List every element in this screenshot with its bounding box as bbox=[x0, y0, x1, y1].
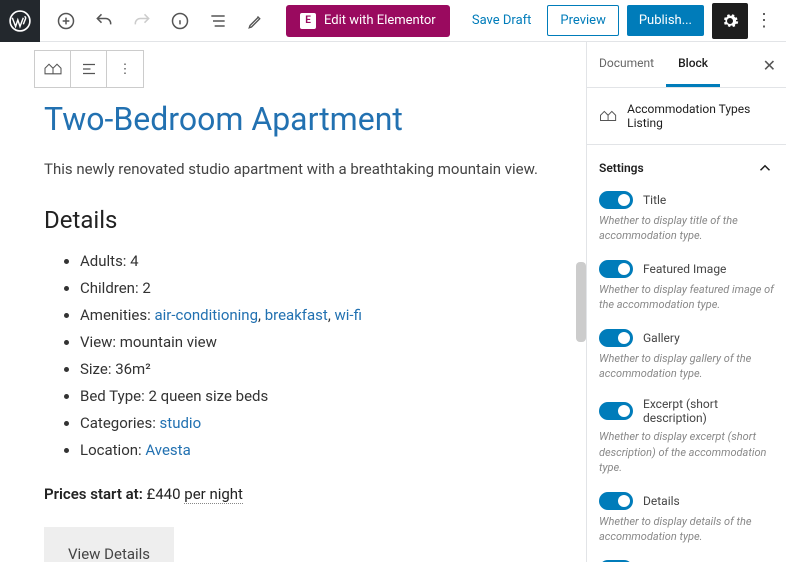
detail-bed: Bed Type: 2 queen size beds bbox=[80, 387, 566, 405]
more-vertical-icon: ⋮ bbox=[119, 62, 132, 77]
toggle-4[interactable] bbox=[599, 492, 633, 510]
setting-label: Details bbox=[643, 494, 680, 508]
close-icon: ✕ bbox=[763, 56, 776, 75]
redo-button[interactable] bbox=[124, 3, 160, 39]
top-toolbar: E Edit with Elementor Save Draft Preview… bbox=[0, 0, 786, 42]
location-link[interactable]: Avesta bbox=[145, 441, 190, 459]
setting-details: Details Whether to display details of the… bbox=[587, 492, 786, 561]
setting-label: Featured Image bbox=[643, 262, 726, 276]
align-button[interactable] bbox=[71, 51, 107, 87]
info-button[interactable] bbox=[162, 3, 198, 39]
publish-button[interactable]: Publish... bbox=[627, 5, 704, 36]
detail-children: Children: 2 bbox=[80, 279, 566, 297]
category-link[interactable]: studio bbox=[160, 414, 202, 432]
setting-description: Whether to display gallery of the accomm… bbox=[599, 351, 774, 382]
editor-canvas: ⋮ Two-Bedroom Apartment This newly renov… bbox=[0, 42, 586, 562]
detail-view: View: mountain view bbox=[80, 333, 566, 351]
house-icon bbox=[43, 61, 63, 77]
toggle-2[interactable] bbox=[599, 329, 633, 347]
preview-button[interactable]: Preview bbox=[547, 5, 618, 36]
redo-icon bbox=[132, 11, 152, 31]
scrollbar-thumb[interactable] bbox=[576, 262, 586, 342]
setting-description: Whether to display excerpt (short descri… bbox=[599, 429, 774, 475]
accommodation-title-link[interactable]: Two-Bedroom Apartment bbox=[44, 100, 403, 138]
setting-label: Excerpt (short description) bbox=[643, 397, 774, 425]
amenity-link[interactable]: breakfast bbox=[265, 306, 328, 324]
setting-title: Title Whether to display title of the acc… bbox=[587, 191, 786, 260]
undo-icon bbox=[94, 11, 114, 31]
toggle-3[interactable] bbox=[599, 402, 633, 420]
wordpress-logo[interactable] bbox=[0, 0, 40, 42]
setting-description: Whether to display featured image of the… bbox=[599, 282, 774, 313]
detail-adults: Adults: 4 bbox=[80, 252, 566, 270]
settings-button[interactable] bbox=[712, 3, 748, 39]
chevron-up-icon bbox=[756, 159, 774, 177]
gear-icon bbox=[721, 12, 739, 30]
setting-description: Whether to display title of the accommod… bbox=[599, 213, 774, 244]
setting-gallery: Gallery Whether to display gallery of the… bbox=[587, 329, 786, 398]
elementor-icon: E bbox=[300, 13, 316, 29]
align-icon bbox=[80, 60, 98, 78]
details-heading: Details bbox=[44, 206, 566, 234]
plus-circle-icon bbox=[56, 11, 76, 31]
detail-categories: Categories: studio bbox=[80, 414, 566, 432]
block-more-button[interactable]: ⋮ bbox=[107, 51, 143, 87]
amenity-link[interactable]: air-conditioning bbox=[154, 306, 258, 324]
price-line: Prices start at: £440 per night bbox=[44, 485, 566, 503]
add-block-button[interactable] bbox=[48, 3, 84, 39]
settings-panel-header[interactable]: Settings bbox=[587, 145, 786, 191]
detail-amenities: Amenities: air-conditioning, breakfast, … bbox=[80, 306, 566, 324]
house-icon bbox=[599, 108, 617, 124]
block-toolbar: ⋮ bbox=[34, 50, 144, 88]
close-sidebar-button[interactable]: ✕ bbox=[763, 56, 776, 75]
view-details-button[interactable]: View Details bbox=[44, 527, 174, 562]
block-type-header: Accommodation Types Listing bbox=[587, 88, 786, 145]
save-draft-button[interactable]: Save Draft bbox=[464, 5, 540, 36]
list-icon bbox=[208, 11, 228, 31]
settings-sidebar: Document Block ✕ Accommodation Types Lis… bbox=[586, 42, 786, 562]
accommodation-title: Two-Bedroom Apartment bbox=[44, 100, 566, 138]
outline-button[interactable] bbox=[200, 3, 236, 39]
detail-location: Location: Avesta bbox=[80, 441, 566, 459]
tab-block[interactable]: Block bbox=[666, 42, 720, 87]
elementor-label: Edit with Elementor bbox=[324, 13, 436, 28]
tab-document[interactable]: Document bbox=[587, 42, 666, 87]
pencil-icon bbox=[247, 12, 265, 30]
toggle-1[interactable] bbox=[599, 260, 633, 278]
setting-featured-image: Featured Image Whether to display feature… bbox=[587, 260, 786, 329]
detail-size: Size: 36m² bbox=[80, 360, 566, 378]
accommodation-excerpt: This newly renovated studio apartment wi… bbox=[44, 160, 566, 178]
more-options-button[interactable]: ⋮ bbox=[752, 10, 776, 31]
undo-button[interactable] bbox=[86, 3, 122, 39]
toggle-0[interactable] bbox=[599, 191, 633, 209]
setting-label: Gallery bbox=[643, 331, 680, 345]
wordpress-icon bbox=[9, 10, 31, 32]
edit-with-elementor-button[interactable]: E Edit with Elementor bbox=[286, 5, 450, 37]
setting-excerpt-short-description-: Excerpt (short description) Whether to di… bbox=[587, 397, 786, 491]
details-list: Adults: 4 Children: 2 Amenities: air-con… bbox=[44, 252, 566, 459]
sidebar-tabs: Document Block ✕ bbox=[587, 42, 786, 88]
block-type-button[interactable] bbox=[35, 51, 71, 87]
block-type-label: Accommodation Types Listing bbox=[627, 102, 774, 130]
setting-label: Title bbox=[643, 193, 666, 207]
info-icon bbox=[170, 11, 190, 31]
more-vertical-icon: ⋮ bbox=[755, 10, 773, 31]
setting-description: Whether to display details of the accomm… bbox=[599, 514, 774, 545]
edit-mode-button[interactable] bbox=[238, 3, 274, 39]
amenity-link[interactable]: wi-fi bbox=[335, 306, 362, 324]
